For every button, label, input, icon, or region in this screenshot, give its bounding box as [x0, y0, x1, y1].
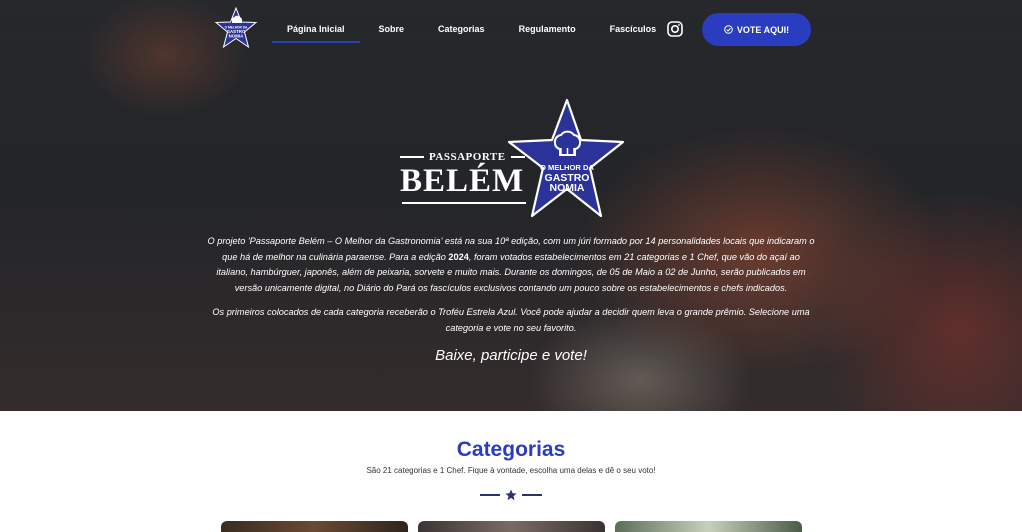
- gastronomia-star-logo: O MELHOR DA GASTRO NOMIA: [507, 98, 625, 218]
- passaporte-belem-logo: PASSAPORTE BELÉM O MELHOR DA GASTRO NOMI…: [400, 98, 630, 223]
- categories-title: Categorias: [456, 438, 566, 461]
- svg-text:NOMIA: NOMIA: [550, 182, 585, 194]
- vote-button[interactable]: VOTE AQUI!: [702, 13, 811, 46]
- category-card[interactable]: [418, 521, 605, 532]
- category-card[interactable]: [615, 521, 802, 532]
- category-card[interactable]: [221, 521, 408, 532]
- hero-paragraph-1: O projeto 'Passaporte Belém – O Melhor d…: [207, 236, 815, 294]
- instagram-icon[interactable]: [667, 21, 683, 37]
- nav-item-categorias[interactable]: Categorias: [421, 0, 502, 58]
- check-circle-icon: [724, 25, 733, 34]
- nav-item-regulamento[interactable]: Regulamento: [502, 0, 593, 58]
- hero-cta-text: Baixe, participe e vote!: [435, 347, 587, 365]
- nav-item-pagina-inicial[interactable]: Página Inicial: [270, 0, 362, 58]
- main-nav: Página Inicial Sobre Categorias Regulame…: [270, 0, 673, 58]
- hero-paragraph-2: Os primeiros colocados de cada categoria…: [212, 306, 810, 333]
- star-icon: [505, 489, 517, 501]
- section-divider: [480, 488, 542, 502]
- site-logo[interactable]: O MELHOR DA GASTRO NOMIA: [214, 7, 258, 51]
- nav-item-fasciculos[interactable]: Fascículos: [593, 0, 674, 58]
- logo-passaporte-text: PASSAPORTE: [429, 151, 506, 163]
- vote-button-label: VOTE AQUI!: [736, 24, 790, 35]
- hero-section: O MELHOR DA GASTRO NOMIA Página Inicial …: [0, 0, 1022, 411]
- categories-subtitle: São 21 categorias e 1 Chef. Fique à vont…: [366, 466, 656, 475]
- nav-item-sobre[interactable]: Sobre: [362, 0, 422, 58]
- edition-year: 2024: [448, 251, 469, 262]
- svg-text:O MELHOR DA: O MELHOR DA: [540, 163, 595, 172]
- svg-text:NOMIA: NOMIA: [229, 34, 244, 39]
- hero-description: O projeto 'Passaporte Belém – O Melhor d…: [206, 234, 816, 366]
